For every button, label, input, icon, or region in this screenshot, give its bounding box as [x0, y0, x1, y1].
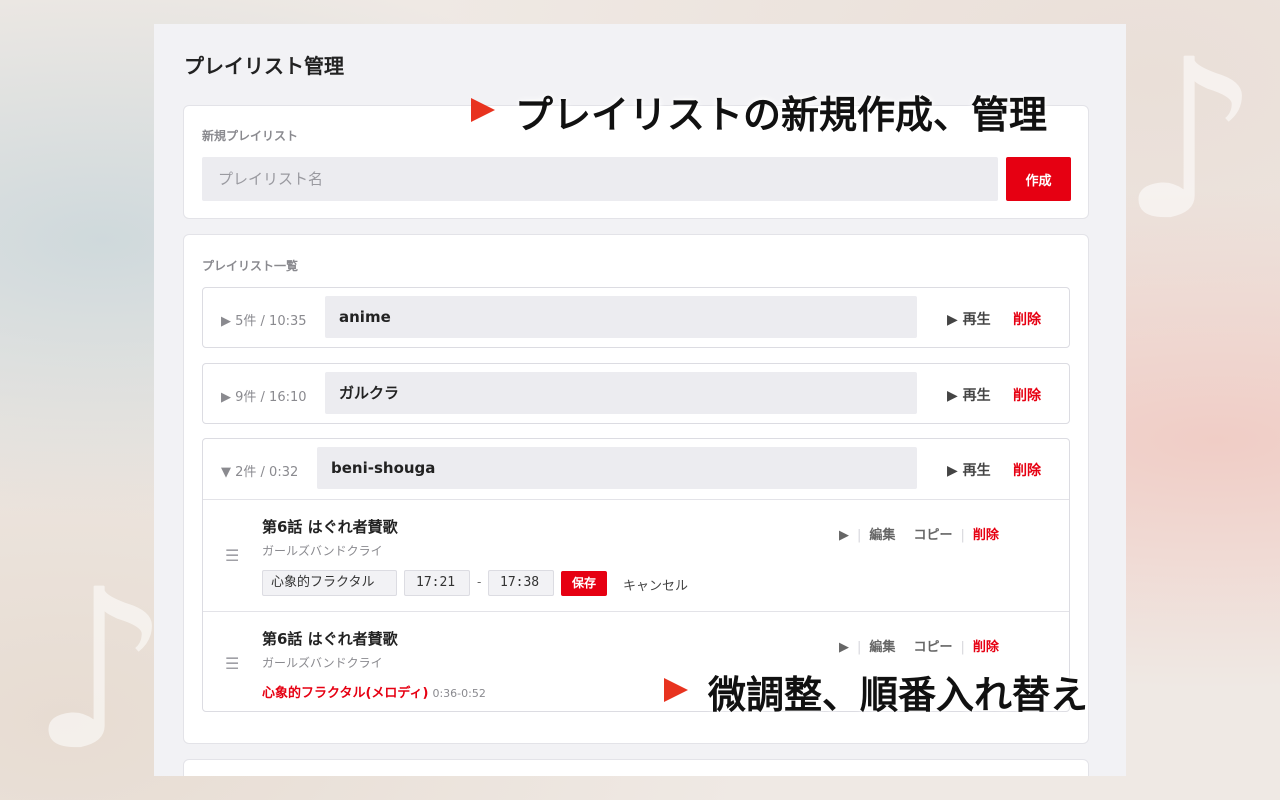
annotation-arrow-icon [664, 678, 688, 702]
playlist-meta: 9件 / 16:10 [235, 390, 307, 405]
playlist-expand-toggle[interactable]: ▶ 9件 / 16:10 [221, 386, 307, 405]
playlist-name-field[interactable]: beni-shouga [317, 447, 917, 489]
save-button[interactable]: 保存 [561, 571, 607, 596]
track-copy-button[interactable]: コピー [914, 636, 953, 655]
playlist-play-button[interactable]: ▶ 再生 [947, 460, 991, 480]
track-actions: ▶ | 編集 コピー | 削除 [839, 636, 999, 655]
playlist-play-button[interactable]: ▶ 再生 [947, 385, 991, 405]
music-note-decoration-icon: ♪ [1120, 12, 1261, 268]
track-title: 第6話 はぐれ者賛歌 [262, 630, 398, 648]
playlist-name-input[interactable] [202, 157, 998, 201]
playlist-meta: 2件 / 0:32 [235, 465, 299, 480]
playlist-row[interactable]: ▶ 9件 / 16:10 ガルクラ ▶ 再生 削除 [202, 363, 1070, 424]
track-artist: ガールズバンドクライ [262, 544, 383, 558]
expand-arrow-icon: ▶ [221, 390, 231, 405]
next-card-partial [183, 759, 1089, 776]
collapse-arrow-icon: ▼ [221, 465, 231, 480]
start-time-field[interactable]: 17:21 [404, 570, 470, 596]
playlist-collapse-toggle[interactable]: ▼ 2件 / 0:32 [221, 461, 298, 480]
playlist-meta: 5件 / 10:35 [235, 314, 307, 329]
track-play-icon[interactable]: ▶ [839, 640, 849, 655]
segment-name: 心象的フラクタル(メロディ) [262, 686, 429, 701]
playlist-name-field[interactable]: ガルクラ [325, 372, 917, 414]
page-title: プレイリスト管理 [184, 54, 344, 78]
track-item: ☰ 第6話 はぐれ者賛歌 ガールズバンドクライ ▶ | 編集 コピー | 削除 心象的フ… [203, 499, 1069, 611]
playlist-name-field[interactable]: anime [325, 296, 917, 338]
segment-name-field[interactable]: 心象的フラクタル [262, 570, 397, 596]
track-delete-button[interactable]: 削除 [973, 524, 999, 543]
playlist-delete-button[interactable]: 削除 [1013, 309, 1041, 329]
annotation-arrow-icon [471, 98, 495, 122]
playlist-delete-button[interactable]: 削除 [1013, 385, 1041, 405]
track-copy-button[interactable]: コピー [914, 524, 953, 543]
track-play-icon[interactable]: ▶ [839, 528, 849, 543]
expand-arrow-icon: ▶ [221, 314, 231, 329]
track-actions: ▶ | 編集 コピー | 削除 [839, 524, 999, 543]
track-segment[interactable]: 心象的フラクタル(メロディ) 0:36-0:52 [262, 682, 486, 701]
playlist-expand-toggle[interactable]: ▶ 5件 / 10:35 [221, 310, 307, 329]
track-edit-button[interactable]: 編集 [869, 636, 895, 655]
playlist-delete-button[interactable]: 削除 [1013, 460, 1041, 480]
drag-handle-icon[interactable]: ☰ [225, 546, 239, 565]
annotation-top: プレイリストの新規作成、管理 [515, 93, 1048, 137]
drag-handle-icon[interactable]: ☰ [225, 654, 239, 673]
cancel-button[interactable]: キャンセル [623, 575, 688, 594]
track-edit-button[interactable]: 編集 [869, 524, 895, 543]
playlist-list-label: プレイリスト一覧 [202, 259, 299, 273]
track-delete-button[interactable]: 削除 [973, 636, 999, 655]
playlist-row[interactable]: ▶ 5件 / 10:35 anime ▶ 再生 削除 [202, 287, 1070, 348]
time-range-dash: - [477, 575, 482, 589]
new-playlist-label: 新規プレイリスト [202, 129, 299, 143]
track-title: 第6話 はぐれ者賛歌 [262, 518, 398, 536]
music-note-decoration-icon: ♪ [30, 542, 171, 798]
playlist-play-button[interactable]: ▶ 再生 [947, 309, 991, 329]
create-button[interactable]: 作成 [1006, 157, 1071, 201]
end-time-field[interactable]: 17:38 [488, 570, 554, 596]
track-artist: ガールズバンドクライ [262, 656, 383, 670]
segment-range: 0:36-0:52 [432, 687, 486, 700]
annotation-bottom: 微調整、順番入れ替え [708, 673, 1089, 717]
